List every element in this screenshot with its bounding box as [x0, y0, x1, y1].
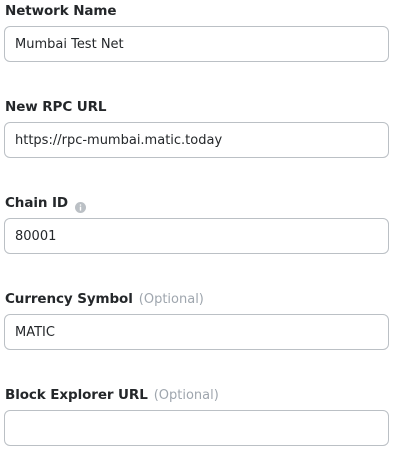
- block-explorer-label-row: Block Explorer URL (Optional): [5, 386, 219, 404]
- block-explorer-input[interactable]: [4, 410, 389, 446]
- info-circle-icon[interactable]: [75, 198, 86, 213]
- chain-id-label: Chain ID: [5, 195, 68, 211]
- network-name-label-row: Network Name: [5, 2, 117, 20]
- network-name-input[interactable]: [4, 26, 389, 62]
- currency-symbol-label: Currency Symbol: [5, 291, 133, 307]
- currency-symbol-optional-note: (Optional): [138, 291, 204, 307]
- currency-symbol-input[interactable]: [4, 314, 389, 350]
- block-explorer-label: Block Explorer URL: [5, 387, 148, 403]
- block-explorer-optional-note: (Optional): [153, 387, 219, 403]
- chain-id-input[interactable]: [4, 218, 389, 254]
- network-form: Network Name New RPC URL Chain ID Curren…: [0, 0, 401, 463]
- rpc-url-label-row: New RPC URL: [5, 98, 106, 116]
- chain-id-label-row: Chain ID: [5, 194, 86, 213]
- rpc-url-label: New RPC URL: [5, 99, 107, 115]
- network-name-label: Network Name: [5, 3, 117, 19]
- rpc-url-input[interactable]: [4, 122, 389, 158]
- currency-symbol-label-row: Currency Symbol (Optional): [5, 290, 204, 308]
